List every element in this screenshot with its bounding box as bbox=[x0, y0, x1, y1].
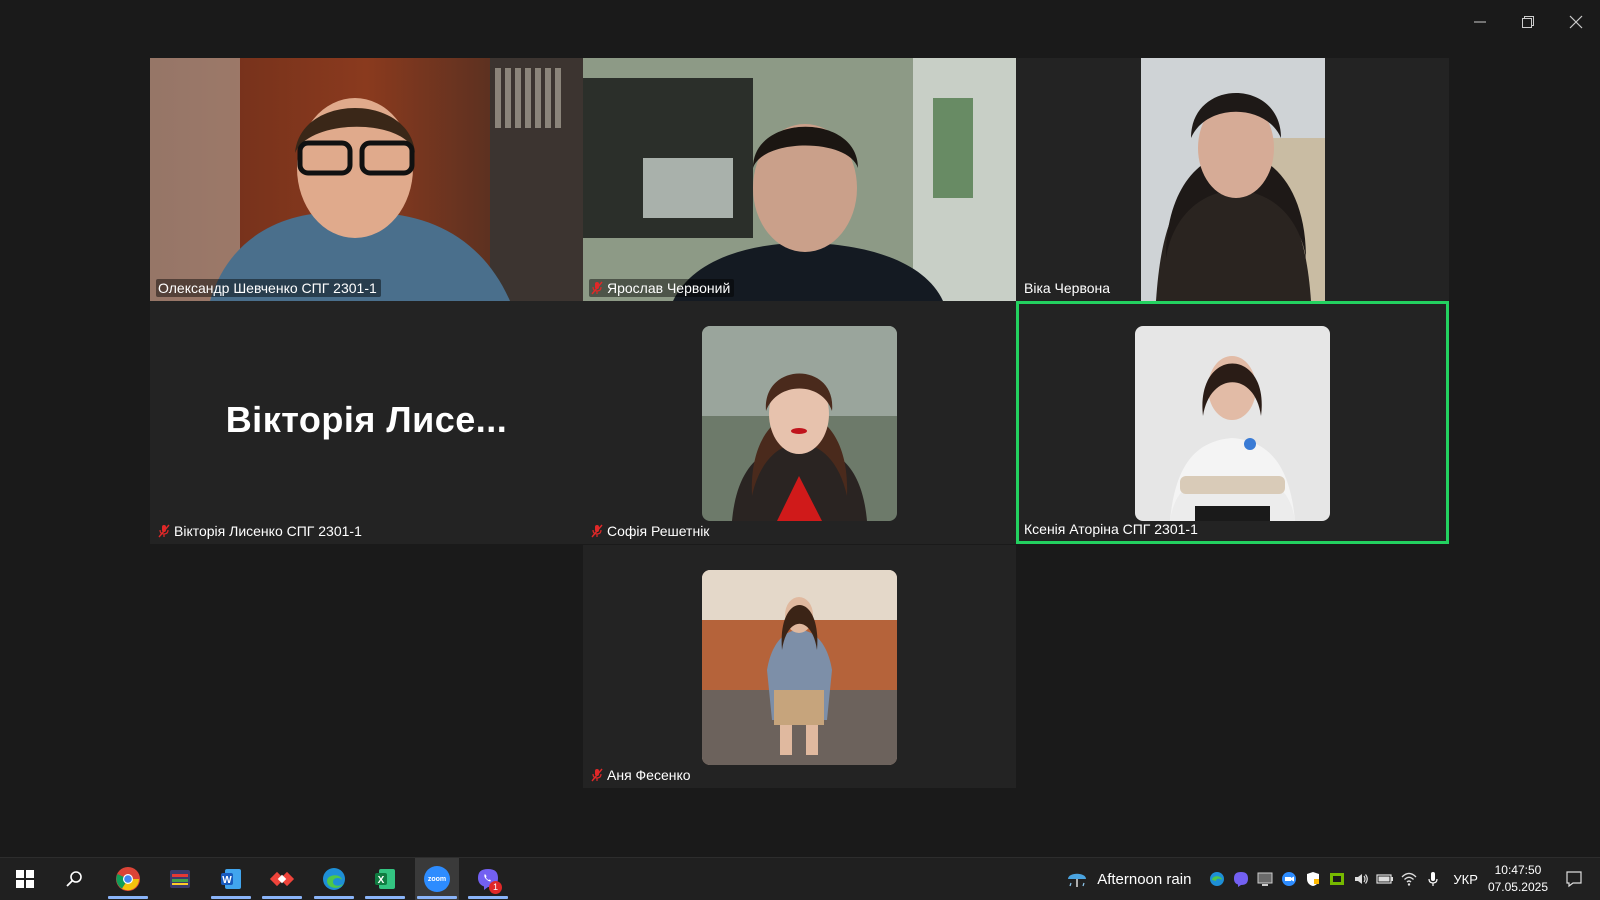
close-icon bbox=[1569, 15, 1583, 29]
taskbar-anydesk[interactable] bbox=[260, 858, 304, 900]
restore-icon bbox=[1522, 16, 1534, 28]
participant-display-name: Вікторія Лисе... bbox=[225, 399, 508, 440]
zoom-icon-label: zoom bbox=[427, 875, 447, 883]
participant-tile[interactable]: Аня Фесенко bbox=[583, 545, 1016, 788]
participant-name: Аня Фесенко bbox=[607, 767, 691, 783]
system-tray: Afternoon rain УКР 10:47:50 07.05.2025 bbox=[1065, 858, 1600, 900]
taskbar-edge[interactable] bbox=[312, 858, 356, 900]
participant-avatar bbox=[702, 326, 897, 521]
taskbar-viber[interactable]: 1 bbox=[466, 858, 510, 900]
battery-icon[interactable] bbox=[1373, 867, 1397, 891]
taskbar-app[interactable] bbox=[158, 858, 202, 900]
participant-tile[interactable]: Вікторія Лисе... Вікторія Лисенко СПГ 23… bbox=[150, 301, 583, 544]
viber-tray-icon[interactable] bbox=[1229, 867, 1253, 891]
anydesk-icon bbox=[269, 871, 295, 887]
participant-name-label: Віка Червона bbox=[1022, 279, 1114, 297]
microphone-muted-icon bbox=[591, 524, 603, 538]
svg-text:W: W bbox=[222, 875, 232, 886]
svg-text:X: X bbox=[378, 875, 385, 886]
participant-video bbox=[1016, 58, 1449, 301]
clock-date: 07.05.2025 bbox=[1487, 880, 1548, 894]
minimize-icon bbox=[1474, 21, 1486, 23]
volume-icon[interactable] bbox=[1349, 867, 1373, 891]
zoom-tray-icon[interactable] bbox=[1277, 867, 1301, 891]
wifi-icon[interactable] bbox=[1397, 867, 1421, 891]
participant-name: Віка Червона bbox=[1024, 280, 1111, 296]
participant-video bbox=[583, 58, 1016, 301]
participant-avatar bbox=[702, 570, 897, 765]
participant-name: Софія Решетнік bbox=[607, 523, 710, 539]
clock-time: 10:47:50 bbox=[1494, 863, 1542, 877]
excel-icon: X bbox=[375, 869, 395, 889]
taskbar-search-button[interactable] bbox=[52, 858, 96, 900]
taskbar-word[interactable]: W bbox=[209, 858, 253, 900]
participant-name: Ярослав Червоний bbox=[607, 280, 731, 296]
participant-video bbox=[150, 58, 583, 301]
taskbar: W X zoom 1 Afternoon rain УКР 10:47:50 0… bbox=[0, 857, 1600, 900]
taskbar-chrome[interactable] bbox=[106, 858, 150, 900]
participant-name-label: Аня Фесенко bbox=[589, 766, 695, 784]
microphone-muted-icon bbox=[591, 281, 603, 295]
edge-icon bbox=[323, 868, 345, 890]
edge-tray-icon[interactable] bbox=[1205, 867, 1229, 891]
microphone-muted-icon bbox=[591, 768, 603, 782]
participant-avatar bbox=[1135, 326, 1330, 521]
restore-button[interactable] bbox=[1504, 0, 1552, 44]
participant-tile[interactable]: Олександр Шевченко СПГ 2301-1 bbox=[150, 58, 583, 301]
minimize-button[interactable] bbox=[1456, 0, 1504, 44]
participant-tile[interactable]: Ярослав Червоний bbox=[583, 58, 1016, 301]
participant-name-label: Ярослав Червоний bbox=[589, 279, 735, 297]
nvidia-tray-icon[interactable] bbox=[1325, 867, 1349, 891]
participant-tile[interactable]: Віка Червона bbox=[1016, 58, 1449, 301]
participant-name: Вікторія Лисенко СПГ 2301-1 bbox=[174, 523, 362, 539]
notification-center-icon bbox=[1566, 871, 1582, 888]
participant-name-label: Олександр Шевченко СПГ 2301-1 bbox=[156, 279, 381, 297]
participant-name: Ксенія Аторіна СПГ 2301-1 bbox=[1024, 521, 1198, 537]
start-button[interactable] bbox=[3, 858, 47, 900]
participant-name-label: Софія Решетнік bbox=[589, 522, 713, 540]
taskbar-excel[interactable]: X bbox=[363, 858, 407, 900]
weather-widget[interactable]: Afternoon rain bbox=[1065, 867, 1191, 891]
microphone-muted-icon bbox=[158, 524, 170, 538]
search-icon bbox=[66, 871, 82, 887]
participant-name-label: Вікторія Лисенко СПГ 2301-1 bbox=[156, 522, 366, 540]
language-indicator[interactable]: УКР bbox=[1453, 872, 1478, 887]
umbrella-rain-icon bbox=[1068, 873, 1087, 887]
display-tray-icon[interactable] bbox=[1253, 867, 1277, 891]
security-tray-icon[interactable] bbox=[1301, 867, 1325, 891]
notification-badge: 1 bbox=[489, 881, 502, 894]
windows-start-icon bbox=[16, 870, 34, 888]
zoom-icon: zoom bbox=[424, 866, 450, 892]
close-button[interactable] bbox=[1552, 0, 1600, 44]
taskbar-zoom[interactable]: zoom bbox=[415, 858, 459, 900]
participant-name: Олександр Шевченко СПГ 2301-1 bbox=[158, 280, 377, 296]
window-controls bbox=[1456, 0, 1600, 44]
weather-text: Afternoon rain bbox=[1097, 870, 1192, 888]
app-icon bbox=[170, 870, 190, 888]
participant-tile-active-speaker[interactable]: Ксенія Аторіна СПГ 2301-1 bbox=[1016, 301, 1449, 544]
word-icon: W bbox=[221, 869, 241, 889]
microphone-tray-icon[interactable] bbox=[1421, 867, 1445, 891]
participant-name-label: Ксенія Аторіна СПГ 2301-1 bbox=[1022, 520, 1202, 538]
chrome-icon bbox=[116, 867, 140, 891]
notifications-button[interactable] bbox=[1562, 867, 1586, 891]
participant-tile[interactable]: Софія Решетнік bbox=[583, 301, 1016, 544]
clock[interactable]: 10:47:50 07.05.2025 bbox=[1488, 862, 1548, 896]
